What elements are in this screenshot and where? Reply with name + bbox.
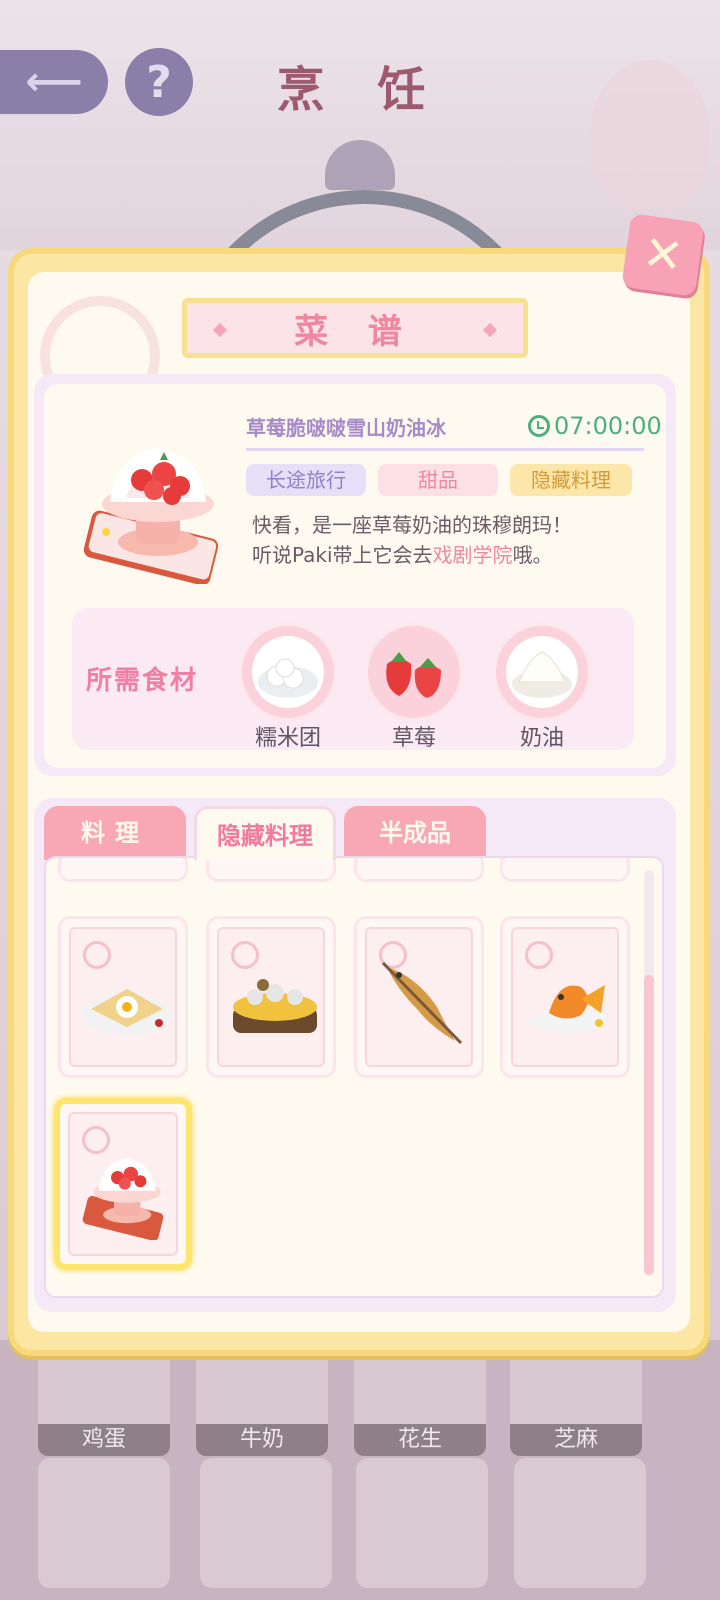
ingredient-name: 草莓 (391, 726, 436, 751)
recipe-card-goldfish[interactable] (500, 916, 630, 1078)
recipe-card-strawberry-snow-mountain[interactable] (54, 1098, 192, 1270)
tag-hidden-dish: 隐藏料理 (510, 464, 632, 496)
card-frame (68, 1112, 178, 1256)
mushroom-cake-icon (233, 979, 317, 1033)
card-frame (511, 927, 619, 1067)
dish-description: 快看，是一座草莓奶油的珠穆朗玛！ 听说Paki带上它会去戏剧学院哦。 (252, 510, 652, 570)
rice-ball-icon (258, 658, 318, 698)
ribbon-diamond-icon (212, 322, 228, 338)
recipe-card[interactable] (354, 858, 484, 882)
inventory-item-sesame[interactable]: 芝麻 (510, 1346, 642, 1456)
cook-timer: 07:00:00 (528, 412, 662, 440)
ingredient-inventory: 鸡蛋 牛奶 花生 芝麻 (0, 1340, 720, 1600)
cream-icon (512, 651, 572, 698)
ingredient-picture (252, 636, 324, 708)
inventory-item-whisk[interactable] (514, 1458, 646, 1588)
recipe-card[interactable] (500, 858, 630, 882)
scrollbar-thumb[interactable] (644, 975, 654, 1275)
crepe-icon (81, 989, 173, 1035)
recipe-card-cake[interactable] (206, 916, 336, 1078)
inventory-item-milk[interactable]: 牛奶 (196, 1346, 328, 1456)
inventory-item-peanut[interactable]: 花生 (354, 1346, 486, 1456)
divider (246, 448, 644, 451)
ribbon-diamond-icon (482, 322, 498, 338)
inventory-label: 花生 (354, 1424, 486, 1456)
strawberry-snow-mountain-icon (82, 1158, 164, 1240)
fork-knife-emblem-icon (231, 941, 259, 969)
desc-highlight: 戏剧学院 (432, 543, 513, 567)
ingredients-title: 所需食材 (86, 666, 199, 696)
inventory-item-brown-sugar[interactable] (38, 1458, 170, 1588)
tab-semi-finished[interactable]: 半成品 (344, 806, 486, 860)
ingredient-name: 奶油 (519, 726, 564, 751)
tab-hidden-dishes[interactable]: 隐藏料理 (194, 806, 336, 860)
ingredient-slot[interactable] (492, 622, 592, 722)
card-frame (69, 927, 177, 1067)
ingredient-name: 糯米团 (254, 726, 321, 751)
card-frame (365, 927, 473, 1067)
recipe-grid[interactable] (44, 856, 664, 1298)
tab-dishes[interactable]: 料理 (44, 806, 186, 860)
recipe-card[interactable] (58, 858, 188, 882)
grilled-fish-icon (381, 961, 463, 1045)
fork-knife-emblem-icon (525, 941, 553, 969)
inventory-item-bowl[interactable] (356, 1458, 488, 1588)
strawberry-snow-mountain-dish-icon (83, 448, 219, 584)
close-button[interactable]: ✕ (621, 213, 705, 297)
modal-title-ribbon: 菜 谱 (182, 298, 528, 358)
desc-line1: 快看，是一座草莓奶油的珠穆朗玛！ (252, 513, 572, 537)
ingredient-slot[interactable] (364, 622, 464, 722)
inventory-item-water[interactable] (200, 1458, 332, 1588)
goldfish-dish-icon (531, 985, 607, 1033)
fork-knife-emblem-icon (83, 941, 111, 969)
recipe-card-crepe[interactable] (58, 916, 188, 1078)
card-frame (217, 927, 325, 1067)
tag-long-trip: 长途旅行 (246, 464, 366, 496)
inventory-item-egg[interactable]: 鸡蛋 (38, 1346, 170, 1456)
dish-name: 草莓脆啵啵雪山奶油冰 (246, 416, 446, 440)
desc-line2: 听说Paki带上它会去 (252, 543, 433, 567)
inventory-label: 芝麻 (510, 1424, 642, 1456)
ingredient-picture (378, 636, 450, 708)
strawberry-icon (386, 652, 441, 698)
recipe-card-fish[interactable] (354, 916, 484, 1078)
inventory-label: 鸡蛋 (38, 1424, 170, 1456)
ingredient-slot[interactable] (238, 622, 338, 722)
modal-title: 菜 谱 (294, 311, 416, 352)
close-icon: ✕ (639, 224, 687, 286)
page-title: 烹 饪 (276, 62, 444, 118)
ingredient-picture (506, 636, 578, 708)
desc-end: 哦。 (512, 543, 553, 567)
inventory-label: 牛奶 (196, 1424, 328, 1456)
tag-dessert: 甜品 (378, 464, 498, 496)
cook-time-value: 07:00:00 (554, 412, 662, 440)
clock-icon (528, 415, 550, 437)
